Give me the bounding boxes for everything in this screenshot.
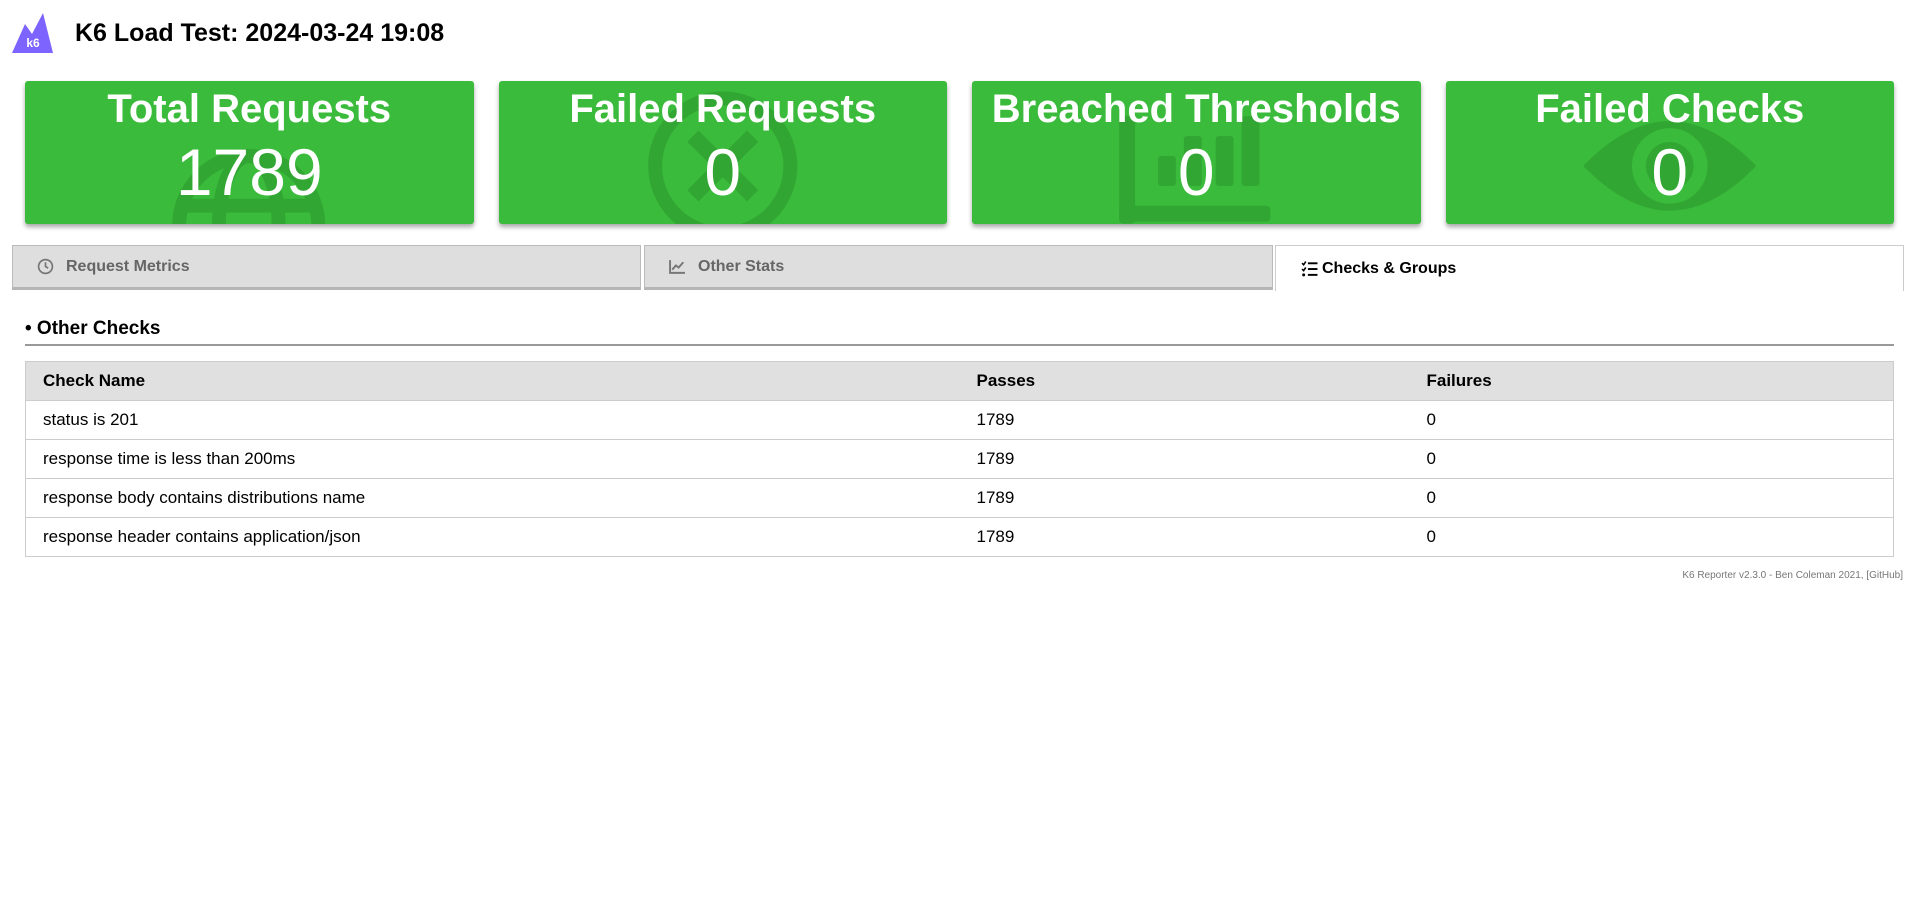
table-row: response header contains application/jso… — [25, 517, 1894, 557]
card-title: Total Requests — [107, 87, 392, 131]
tab-checks-groups[interactable]: Checks & Groups — [1275, 245, 1904, 291]
card-title: Failed Requests — [569, 87, 877, 131]
tasks-icon — [1301, 261, 1318, 277]
passes-cell: 1789 — [959, 517, 1410, 557]
table-row: status is 201 1789 0 — [25, 400, 1894, 440]
footer: K6 Reporter v2.3.0 - Ben Coleman 2021, [… — [1682, 570, 1903, 581]
card-value: 1789 — [175, 135, 323, 209]
k6-logo-icon: k6 — [12, 13, 53, 53]
clock-icon — [37, 258, 54, 275]
column-header-failures: Failures — [1409, 361, 1894, 401]
failures-cell: 0 — [1409, 439, 1894, 479]
card-value: 0 — [1177, 135, 1215, 209]
card-failed-requests: Failed Requests 0 — [498, 81, 947, 224]
passes-cell: 1789 — [959, 439, 1410, 479]
failures-cell: 0 — [1409, 517, 1894, 557]
tab-label: Checks & Groups — [1322, 259, 1457, 277]
section-divider — [25, 344, 1894, 346]
card-value: 0 — [704, 135, 742, 209]
tab-other-stats[interactable]: Other Stats — [644, 245, 1273, 290]
card-failed-checks: Failed Checks 0 — [1445, 81, 1894, 224]
card-total-requests: Total Requests 1789 — [25, 81, 474, 224]
failures-cell: 0 — [1409, 400, 1894, 440]
passes-cell: 1789 — [959, 400, 1410, 440]
column-header-check-name: Check Name — [25, 361, 960, 401]
tab-label: Other Stats — [698, 257, 785, 275]
column-header-passes: Passes — [959, 361, 1410, 401]
card-breached-thresholds: Breached Thresholds 0 — [972, 81, 1421, 224]
github-link[interactable]: [GitHub] — [1866, 570, 1903, 581]
failures-cell: 0 — [1409, 478, 1894, 518]
page-title: K6 Load Test: 2024-03-24 19:08 — [75, 19, 445, 47]
header: k6 K6 Load Test: 2024-03-24 19:08 — [12, 13, 444, 53]
summary-cards: Total Requests 1789 Failed Requests 0 Br… — [25, 81, 1894, 224]
tab-bar: Request Metrics Other Stats Checks & Gro… — [12, 245, 1904, 291]
check-name-cell: response header contains application/jso… — [25, 517, 960, 557]
passes-cell: 1789 — [959, 478, 1410, 518]
checks-table: Check Name Passes Failures status is 201… — [25, 361, 1894, 557]
tab-label: Request Metrics — [66, 257, 190, 275]
check-name-cell: response body contains distributions nam… — [25, 478, 960, 518]
card-value: 0 — [1651, 135, 1689, 209]
card-title: Failed Checks — [1535, 87, 1805, 131]
section-title: • Other Checks — [25, 318, 161, 339]
logo-text: k6 — [26, 36, 40, 50]
table-row: response body contains distributions nam… — [25, 478, 1894, 518]
card-title: Breached Thresholds — [991, 87, 1401, 131]
footer-text: K6 Reporter v2.3.0 - Ben Coleman 2021, — [1682, 570, 1867, 581]
table-row: response time is less than 200ms 1789 0 — [25, 439, 1894, 479]
table-header-row: Check Name Passes Failures — [25, 361, 1894, 401]
line-chart-icon — [669, 260, 685, 274]
check-name-cell: response time is less than 200ms — [25, 439, 960, 479]
tab-request-metrics[interactable]: Request Metrics — [12, 245, 641, 290]
check-name-cell: status is 201 — [25, 400, 960, 440]
